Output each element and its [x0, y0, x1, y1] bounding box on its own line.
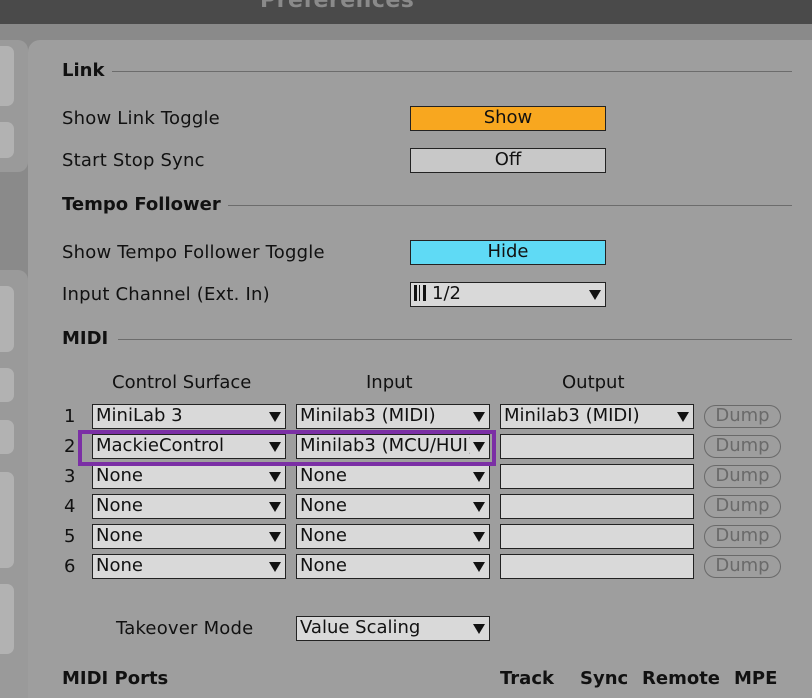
column-header-output: Output: [562, 372, 625, 393]
column-header-remote: Remote: [642, 668, 721, 689]
preferences-panel: [28, 40, 812, 698]
midi-output-value: Minilab3 (MIDI): [504, 405, 640, 426]
takeover-mode-value: Value Scaling: [300, 617, 421, 638]
dump-button[interactable]: Dump: [704, 435, 781, 458]
chevron-down-icon: [473, 502, 485, 512]
chevron-down-icon: [473, 624, 485, 634]
sidebar-tab[interactable]: [0, 420, 14, 454]
row-number: 4: [64, 496, 76, 517]
chevron-down-icon: [677, 412, 689, 422]
midi-input-dropdown[interactable]: Minilab3 (MIDI): [296, 404, 490, 429]
dump-button[interactable]: Dump: [704, 555, 781, 578]
chevron-down-icon: [473, 562, 485, 572]
column-header-input: Input: [366, 372, 413, 393]
takeover-mode-dropdown[interactable]: Value Scaling: [296, 616, 490, 641]
control-surface-value: None: [96, 555, 143, 576]
chevron-down-icon: [269, 562, 281, 572]
chevron-down-icon: [589, 290, 601, 300]
sidebar-tab[interactable]: [0, 368, 14, 402]
control-surface-dropdown[interactable]: None: [92, 524, 286, 549]
sidebar-tab[interactable]: [0, 584, 14, 654]
midi-output-field[interactable]: [500, 554, 694, 579]
control-surface-dropdown[interactable]: MiniLab 3: [92, 404, 286, 429]
column-header-mpe: MPE: [734, 668, 778, 689]
selection-highlight: [78, 430, 496, 466]
input-channel-label: Input Channel (Ext. In): [62, 284, 270, 305]
start-stop-sync-button[interactable]: Off: [410, 148, 606, 173]
column-header-track: Track: [500, 668, 554, 689]
section-divider: [112, 71, 792, 72]
row-number: 5: [64, 526, 76, 547]
dump-button[interactable]: Dump: [704, 405, 781, 428]
row-number: 2: [64, 436, 76, 457]
midi-input-dropdown[interactable]: None: [296, 554, 490, 579]
window-title: Preferences: [260, 0, 415, 13]
control-surface-value: None: [96, 525, 143, 546]
dump-button[interactable]: Dump: [704, 495, 781, 518]
show-link-toggle-button[interactable]: Show: [410, 106, 606, 131]
input-channel-dropdown[interactable]: 1/2: [410, 282, 606, 307]
control-surface-value: None: [96, 495, 143, 516]
row-number: 6: [64, 556, 76, 577]
chevron-down-icon: [473, 472, 485, 482]
column-header-sync: Sync: [580, 668, 629, 689]
section-midi-title: MIDI: [62, 328, 109, 349]
chevron-down-icon: [269, 472, 281, 482]
chevron-down-icon: [269, 502, 281, 512]
midi-input-dropdown[interactable]: None: [296, 464, 490, 489]
midi-output-field[interactable]: [500, 524, 694, 549]
sidebar-tab[interactable]: [0, 122, 14, 158]
sidebar-tab[interactable]: [0, 472, 14, 568]
midi-output-field[interactable]: [500, 494, 694, 519]
midi-input-value: Minilab3 (MIDI): [300, 405, 436, 426]
section-divider: [118, 339, 792, 340]
control-surface-dropdown[interactable]: None: [92, 554, 286, 579]
control-surface-value: None: [96, 465, 143, 486]
section-divider: [228, 205, 792, 206]
control-surface-dropdown[interactable]: None: [92, 494, 286, 519]
section-link-title: Link: [62, 60, 105, 81]
row-number: 3: [64, 466, 76, 487]
midi-output-field[interactable]: [500, 464, 694, 489]
section-tempo-follower-title: Tempo Follower: [62, 194, 221, 215]
input-channel-value: 1/2: [432, 283, 461, 304]
takeover-mode-label: Takeover Mode: [116, 618, 254, 639]
show-tempo-follower-toggle-label: Show Tempo Follower Toggle: [62, 242, 325, 263]
midi-output-dropdown[interactable]: Minilab3 (MIDI): [500, 404, 694, 429]
control-surface-dropdown[interactable]: None: [92, 464, 286, 489]
midi-input-value: None: [300, 525, 347, 546]
show-link-toggle-label: Show Link Toggle: [62, 108, 220, 129]
column-header-control-surface: Control Surface: [112, 372, 252, 393]
midi-input-dropdown[interactable]: None: [296, 494, 490, 519]
chevron-down-icon: [473, 412, 485, 422]
start-stop-sync-label: Start Stop Sync: [62, 150, 205, 171]
chevron-down-icon: [269, 532, 281, 542]
chevron-down-icon: [269, 412, 281, 422]
dump-button[interactable]: Dump: [704, 525, 781, 548]
channel-icon: [414, 285, 426, 301]
sidebar-tab[interactable]: [0, 286, 14, 352]
show-tempo-follower-toggle-button[interactable]: Hide: [410, 240, 606, 265]
midi-input-dropdown[interactable]: None: [296, 524, 490, 549]
midi-input-value: None: [300, 465, 347, 486]
control-surface-value: MiniLab 3: [96, 405, 183, 426]
sidebar-tab[interactable]: [0, 46, 14, 106]
midi-input-value: None: [300, 555, 347, 576]
row-number: 1: [64, 406, 76, 427]
chevron-down-icon: [473, 532, 485, 542]
midi-input-value: None: [300, 495, 347, 516]
dump-button[interactable]: Dump: [704, 465, 781, 488]
midi-output-field[interactable]: [500, 434, 694, 459]
section-midi-ports-title: MIDI Ports: [62, 668, 169, 689]
title-bar: Preferences: [0, 0, 812, 24]
